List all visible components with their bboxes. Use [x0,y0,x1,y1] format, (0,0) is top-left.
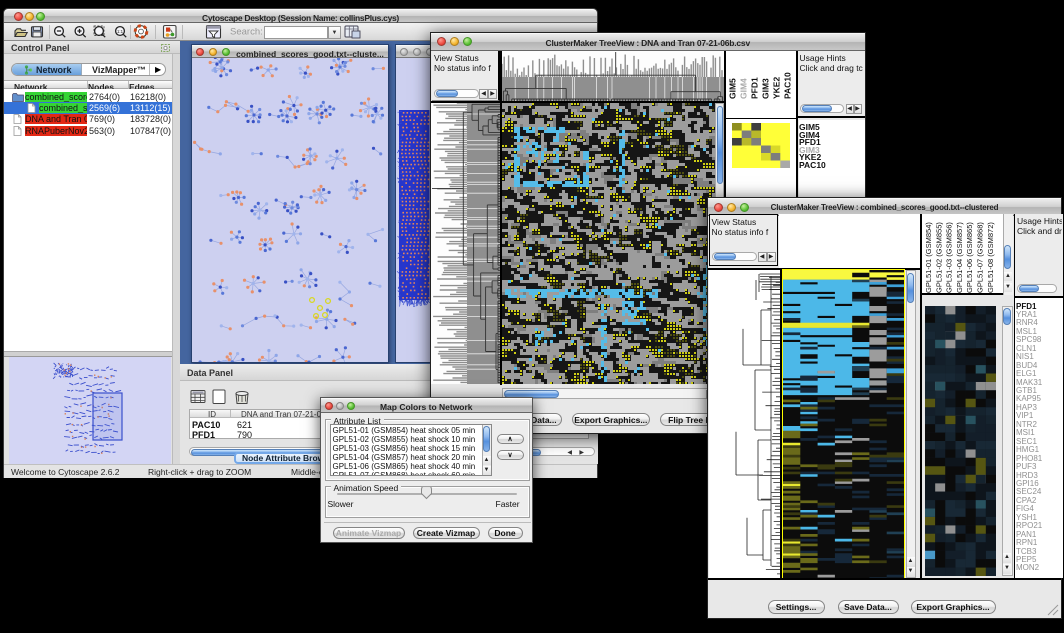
svg-text:GPL51-02 (GSM855): GPL51-02 (GSM855) [934,221,943,292]
svg-text:GPL51-03 (GSM856): GPL51-03 (GSM856) [944,221,953,292]
svg-text:GPL51-04 (GSM857): GPL51-04 (GSM857) [954,221,963,292]
svg-text:GPL51-01 (GSM854): GPL51-01 (GSM854) [924,221,933,292]
svg-text:GPL51-07 (GSM868): GPL51-07 (GSM868) [975,221,984,292]
svg-text:GIM3: GIM3 [761,77,771,98]
svg-text:1:1: 1:1 [117,29,124,34]
svg-text:PAC10: PAC10 [783,71,793,98]
svg-text:GIM5: GIM5 [728,77,738,98]
svg-text:PFD1: PFD1 [750,77,760,99]
svg-text:YKE2: YKE2 [772,76,782,98]
svg-text:Search:: Search: [230,27,263,38]
svg-text:GPL51-06 (GSM865): GPL51-06 (GSM865) [965,221,974,292]
svg-text:GPL51-08 (GSM872): GPL51-08 (GSM872) [985,221,994,292]
svg-text:GIM4: GIM4 [739,77,749,98]
